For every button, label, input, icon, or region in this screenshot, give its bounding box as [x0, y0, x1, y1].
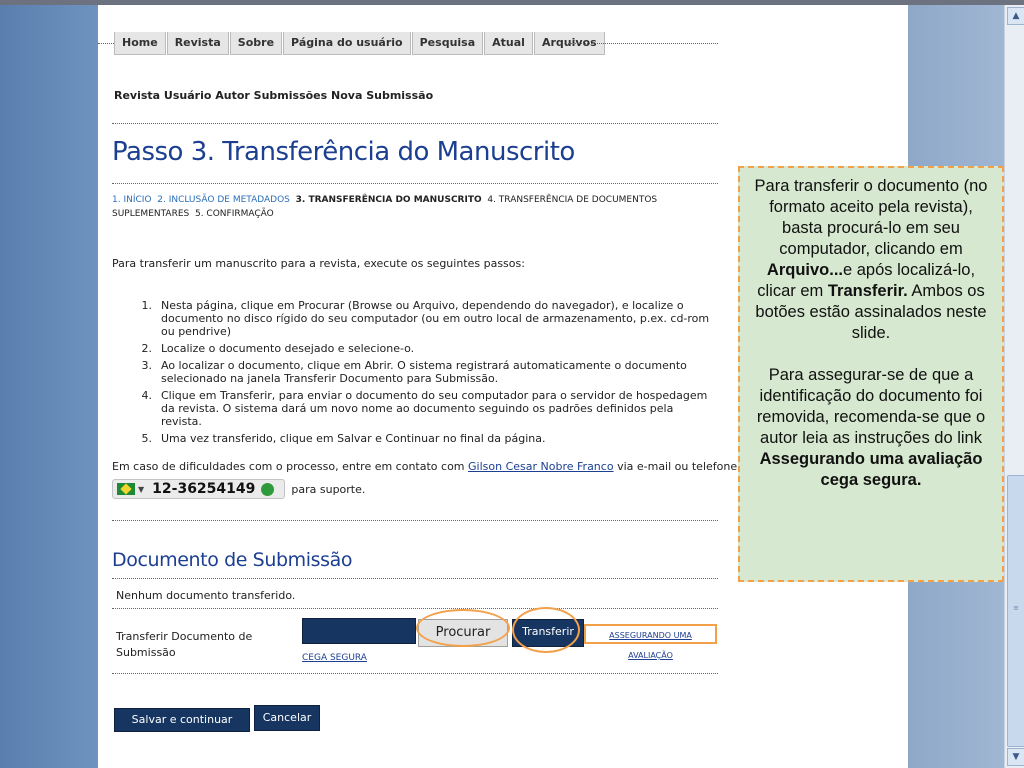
skype-phone-box[interactable]: ▼ 12-36254149	[112, 479, 286, 499]
intro-text: Para transferir um manuscrito para a rev…	[112, 257, 525, 270]
instruction-callout: Para transferir o documento (no formato …	[738, 166, 1004, 582]
instruction-list: 1. Nesta página, clique em Procurar (Brow…	[116, 299, 716, 449]
section-title: Documento de Submissão	[112, 549, 353, 571]
divider-5	[112, 608, 718, 609]
grip-icon: ≡	[1013, 604, 1019, 612]
nav-tab-home[interactable]: Home	[114, 32, 166, 55]
step-5: 5. CONFIRMAÇÃO	[194, 209, 274, 219]
nav-divider-left	[98, 43, 114, 44]
scroll-up-icon[interactable]: ▲	[1007, 7, 1024, 25]
phone-number: 12-36254149	[152, 481, 256, 497]
divider-4	[112, 578, 718, 579]
call-icon[interactable]	[261, 482, 275, 496]
nav-tab-pesquisa[interactable]: Pesquisa	[411, 32, 484, 55]
list-item: 5. Uma vez transferido, clique em Salvar …	[141, 432, 546, 445]
upload-highlight-ring	[512, 607, 580, 653]
no-document-text: Nenhum documento transferido.	[116, 589, 296, 602]
divider-2	[112, 183, 718, 184]
blind-review-link[interactable]: ASSEGURANDO UMA AVALIAÇÃO	[584, 624, 717, 660]
step-progress: 1. INÍCIO 2. INCLUSÃO DE METADADOS 3. TR…	[112, 193, 712, 221]
nav-tab-sobre[interactable]: Sobre	[229, 32, 283, 55]
vertical-scrollbar[interactable]: ▲ ≡ ▼	[1004, 5, 1024, 768]
divider-3	[112, 520, 718, 521]
scroll-down-icon[interactable]: ▼	[1007, 748, 1024, 766]
save-continue-button[interactable]: Salvar e continuar	[114, 708, 250, 732]
nav-tab-revista[interactable]: Revista	[166, 32, 229, 55]
blind-review-link-continued[interactable]: CEGA SEGURA	[302, 653, 367, 663]
breadcrumb: Revista Usuário Autor Submissões Nova Su…	[114, 89, 434, 102]
divider-6	[112, 673, 718, 674]
chevron-down-icon: ▼	[138, 484, 145, 494]
step-2-link[interactable]: 2. INCLUSÃO DE METADADOS	[157, 195, 290, 205]
browse-highlight-ring	[416, 609, 510, 647]
step-3-current: 3. TRANSFERÊNCIA DO MANUSCRITO	[295, 195, 482, 205]
cancel-button[interactable]: Cancelar	[254, 705, 320, 731]
list-item: 3. Ao localizar o documento, clique em Ab…	[141, 359, 687, 385]
callout-paragraph-1: Para transferir o documento (no formato …	[754, 177, 988, 342]
brazil-flag-icon	[117, 483, 135, 495]
phone-widget: ▼ 12-36254149 para suporte.	[112, 479, 365, 499]
main-nav: Home Revista Sobre Página do usuário Pes…	[114, 32, 606, 55]
page-title: Passo 3. Transferência do Manuscrito	[112, 137, 575, 167]
list-item: 2. Localize o documento desejado e seleci…	[141, 342, 415, 355]
contact-text: Em caso de dificuldades com o processo, …	[112, 460, 738, 473]
nav-tab-atual[interactable]: Atual	[484, 32, 533, 55]
scrollbar-thumb[interactable]: ≡	[1007, 475, 1024, 747]
callout-paragraph-2: Para assegurar-se de que a identificação…	[756, 366, 986, 489]
contact-name-link[interactable]: Gilson Cesar Nobre Franco	[468, 460, 614, 473]
list-item: 4. Clique em Transferir, para enviar o do…	[141, 389, 708, 428]
step-1-link[interactable]: 1. INÍCIO	[112, 195, 152, 205]
support-text: para suporte.	[291, 482, 366, 496]
divider-1	[112, 123, 718, 124]
list-item: 1. Nesta página, clique em Procurar (Brow…	[141, 299, 710, 338]
file-path-input[interactable]	[302, 618, 416, 644]
nav-tab-user-page[interactable]: Página do usuário	[283, 32, 411, 55]
nav-divider-right	[568, 43, 718, 44]
file-upload-label: Transferir Documento de Submissão	[116, 630, 253, 659]
